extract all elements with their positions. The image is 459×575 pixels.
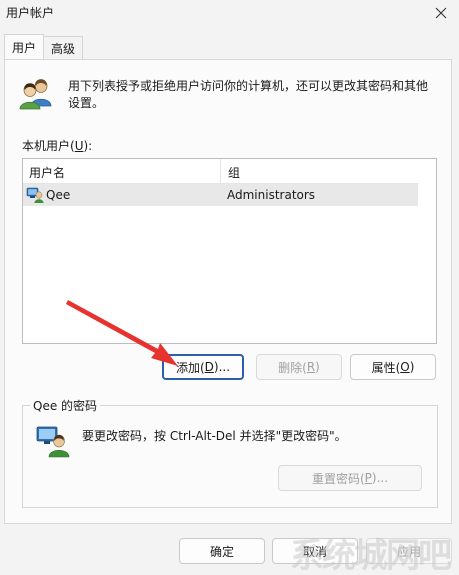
reset-label-hotkey: P <box>364 471 372 485</box>
properties-label-prefix: 属性( <box>371 360 401 375</box>
reset-label-prefix: 重置密码( <box>311 471 365 486</box>
add-label-hotkey: D <box>204 360 214 374</box>
reset-password-button[interactable]: 重置密码(P)... <box>278 465 422 491</box>
window-title: 用户帐户 <box>6 6 55 20</box>
properties-label-hotkey: O <box>400 360 410 374</box>
list-header: 用户名 组 <box>23 159 418 184</box>
user-accounts-window: 用户帐户 用户 高级 用下列表授予或拒绝用户访问你的计算机，还可以更改其密码和其… <box>0 0 459 575</box>
users-list[interactable]: 用户名 组 Qee Administrators <box>22 158 437 344</box>
tab-users[interactable]: 用户 <box>4 34 45 59</box>
close-button[interactable] <box>423 0 459 26</box>
tab-advanced-label: 高级 <box>51 41 76 56</box>
apply-button[interactable]: 应用 <box>366 538 452 564</box>
password-user-icon <box>36 426 70 458</box>
local-users-label: 本机用户(U): <box>22 137 92 154</box>
ok-button[interactable]: 确定 <box>179 538 265 564</box>
user-account-icon <box>26 187 44 203</box>
local-users-label-suffix: ): <box>83 139 93 153</box>
delete-label-suffix: ) <box>315 360 320 374</box>
reset-label-suffix: )... <box>371 471 389 485</box>
column-divider[interactable] <box>220 159 221 183</box>
local-users-label-prefix: 本机用户( <box>22 139 75 153</box>
tab-strip: 用户 高级 <box>4 34 84 60</box>
password-instruction: 要更改密码，按 Ctrl-Alt-Del 并选择"更改密码"。 <box>82 429 347 443</box>
column-header-username[interactable]: 用户名 <box>29 164 65 181</box>
row-username: Qee <box>46 188 71 202</box>
title-bar: 用户帐户 <box>0 0 459 26</box>
column-header-group[interactable]: 组 <box>228 164 240 181</box>
add-label-prefix: 添加( <box>175 360 205 375</box>
properties-button[interactable]: 属性(O) <box>350 354 436 380</box>
properties-label-suffix: ) <box>409 360 415 374</box>
tab-advanced[interactable]: 高级 <box>43 36 84 59</box>
tab-users-label: 用户 <box>12 40 37 55</box>
table-row[interactable]: Qee Administrators <box>23 184 418 206</box>
intro-description: 用下列表授予或拒绝用户访问你的计算机，还可以更改其密码和其他设置。 <box>68 79 429 110</box>
delete-label-prefix: 删除( <box>278 360 307 375</box>
password-groupbox <box>22 405 438 508</box>
cancel-button[interactable]: 取消 <box>272 538 358 564</box>
password-groupbox-title: Qee 的密码 <box>30 397 101 414</box>
users-icon <box>19 79 52 110</box>
close-icon <box>435 7 447 19</box>
add-label-suffix: )... <box>213 360 231 374</box>
delete-label-hotkey: R <box>306 360 316 374</box>
row-group: Administrators <box>227 188 316 202</box>
add-user-button[interactable]: 添加(D)... <box>162 354 244 380</box>
delete-user-button[interactable]: 删除(R) <box>256 354 342 380</box>
